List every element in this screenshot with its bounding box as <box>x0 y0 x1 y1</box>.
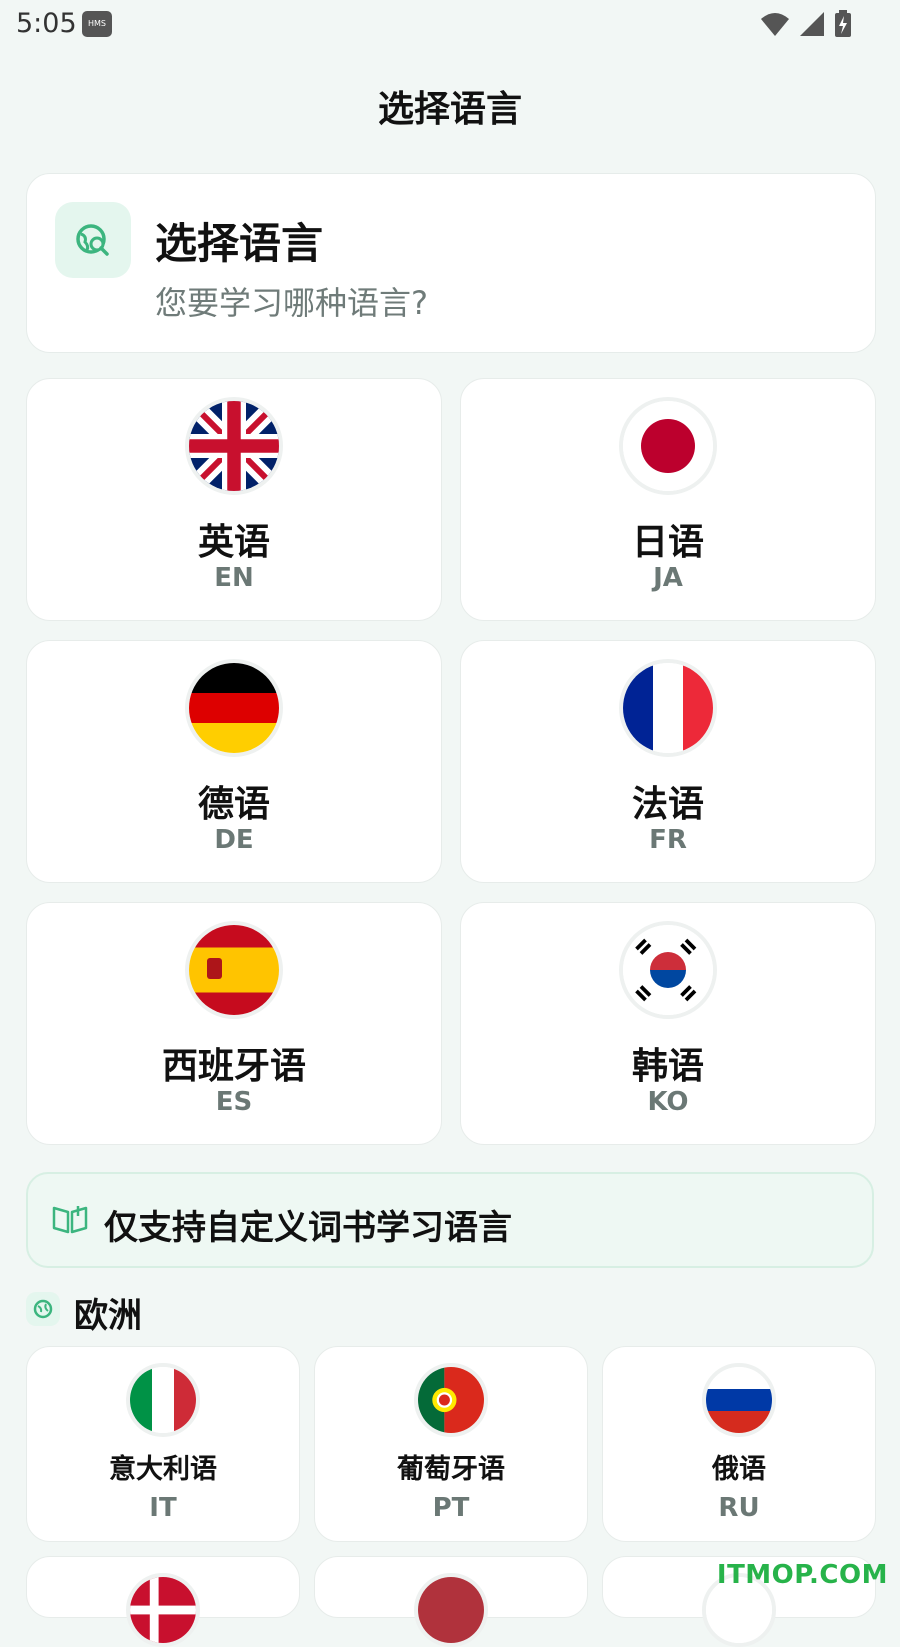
flag-icon <box>414 1573 488 1647</box>
language-card-es[interactable]: 西班牙语 ES <box>26 902 442 1145</box>
japan-flag-icon <box>619 397 717 495</box>
language-card-partial[interactable] <box>314 1556 588 1647</box>
status-time: 5:05 <box>16 8 77 39</box>
language-name: 意大利语 <box>109 1454 217 1485</box>
status-bar: 5:05 HMS <box>0 0 900 48</box>
language-code: RU <box>718 1493 760 1523</box>
language-name: 韩语 <box>631 1046 704 1087</box>
germany-flag-icon <box>185 659 283 757</box>
notice-text: 仅支持自定义词书学习语言 <box>104 1208 512 1248</box>
region-label: 欧洲 <box>74 1296 142 1336</box>
language-card-ko[interactable]: 韩语 KO <box>460 902 876 1145</box>
language-code: PT <box>432 1493 470 1523</box>
language-card-partial[interactable] <box>26 1556 300 1647</box>
language-card-de[interactable]: 德语 DE <box>26 640 442 883</box>
header-card: 选择语言 您要学习哪种语言? <box>26 173 876 353</box>
language-search-icon <box>55 202 131 278</box>
book-icon <box>52 1206 88 1234</box>
language-code: EN <box>214 563 254 593</box>
language-name: 德语 <box>197 784 270 825</box>
signal-icon <box>800 12 824 36</box>
language-name: 葡萄牙语 <box>397 1454 505 1485</box>
hms-icon: HMS <box>82 11 112 37</box>
korea-flag-icon <box>619 921 717 1019</box>
russia-flag-icon <box>702 1363 776 1437</box>
language-card-ru[interactable]: 俄语 RU <box>602 1346 876 1542</box>
language-name: 法语 <box>631 784 704 825</box>
language-name: 俄语 <box>712 1454 766 1485</box>
language-card-en[interactable]: 英语 EN <box>26 378 442 621</box>
denmark-flag-icon <box>126 1573 200 1647</box>
status-icons <box>760 10 852 38</box>
spain-flag-icon <box>185 921 283 1019</box>
language-code: FR <box>649 825 687 855</box>
language-code: KO <box>647 1087 689 1117</box>
battery-icon <box>835 10 851 37</box>
language-code: IT <box>149 1493 177 1523</box>
page-title: 选择语言 <box>377 89 522 130</box>
uk-flag-icon <box>185 397 283 495</box>
language-name: 日语 <box>631 522 704 563</box>
language-card-ja[interactable]: 日语 JA <box>460 378 876 621</box>
header-title: 选择语言 <box>155 219 324 268</box>
france-flag-icon <box>619 659 717 757</box>
wifi-icon <box>761 13 789 36</box>
language-card-fr[interactable]: 法语 FR <box>460 640 876 883</box>
header-subtitle: 您要学习哪种语言? <box>155 284 428 322</box>
globe-icon <box>26 1292 60 1326</box>
portugal-flag-icon <box>414 1363 488 1437</box>
language-card-pt[interactable]: 葡萄牙语 PT <box>314 1346 588 1542</box>
watermark: ITMOP.COM <box>716 1560 888 1590</box>
language-code: ES <box>215 1087 253 1117</box>
language-code: JA <box>653 563 683 593</box>
custom-wordbook-notice: 仅支持自定义词书学习语言 <box>26 1172 874 1268</box>
language-card-it[interactable]: 意大利语 IT <box>26 1346 300 1542</box>
language-code: DE <box>214 825 254 855</box>
language-name: 西班牙语 <box>161 1046 306 1087</box>
italy-flag-icon <box>126 1363 200 1437</box>
language-name: 英语 <box>197 522 270 563</box>
